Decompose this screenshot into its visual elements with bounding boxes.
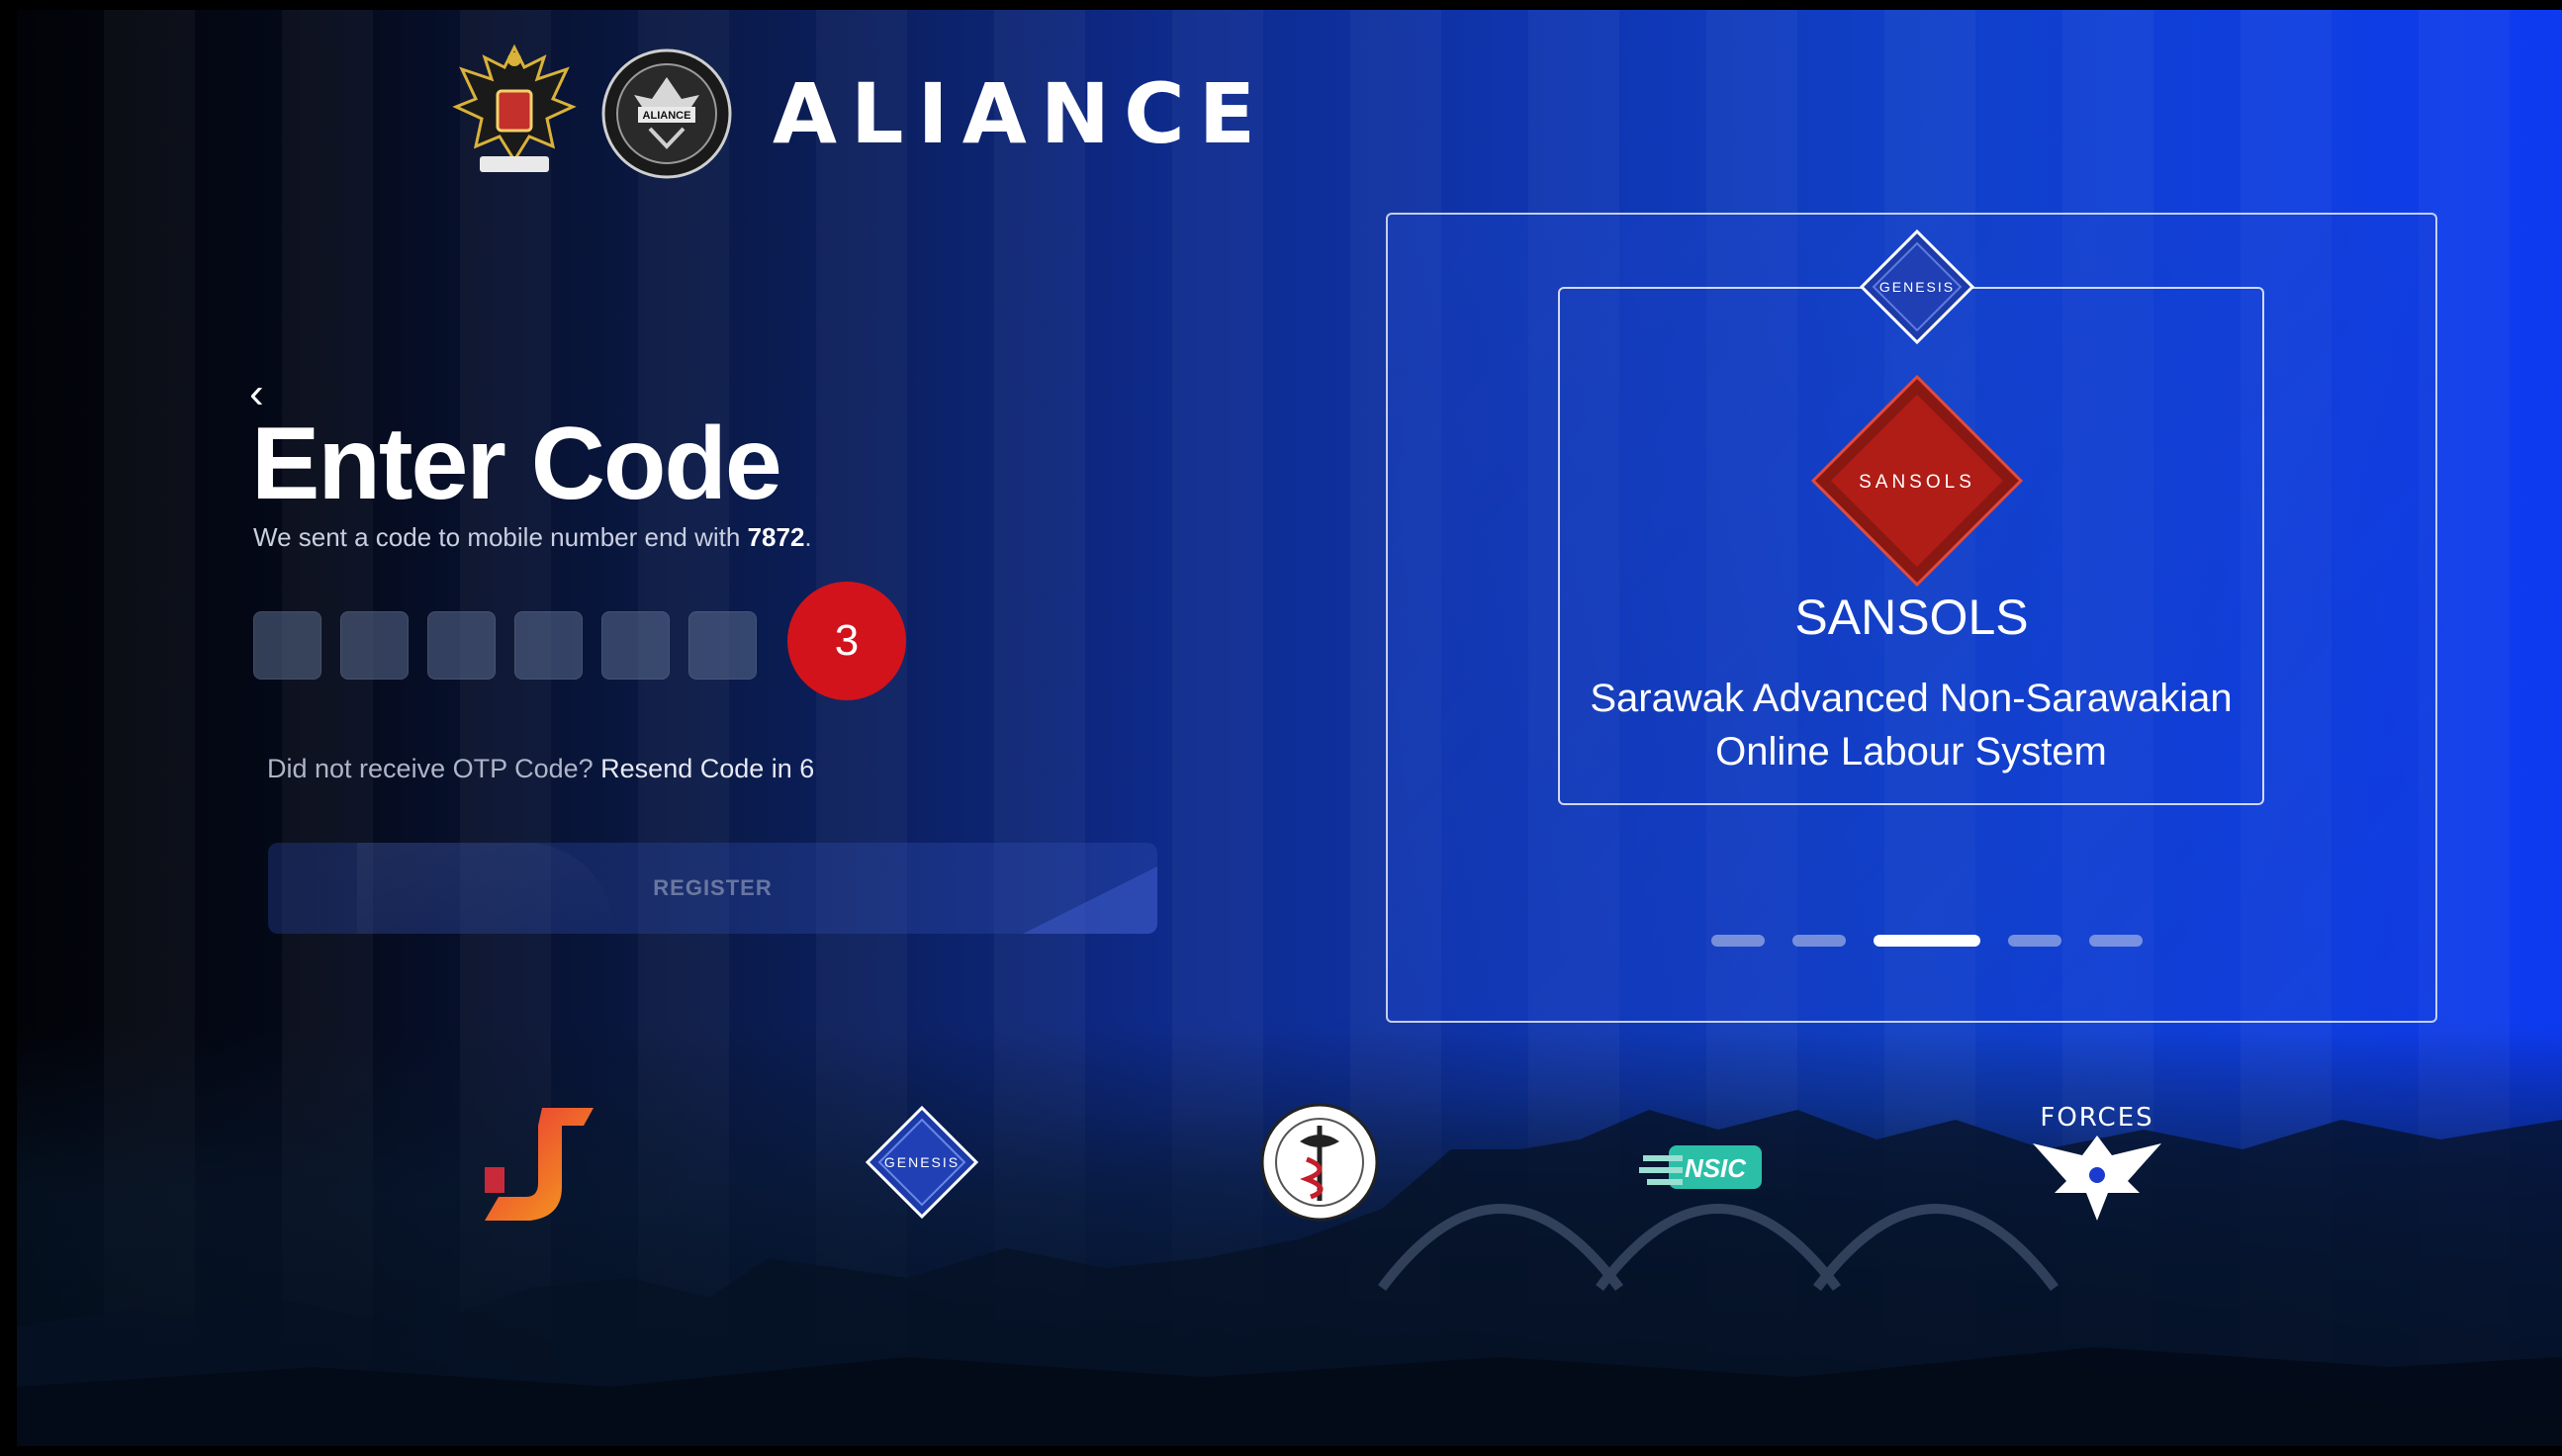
register-label: REGISTER <box>653 875 773 900</box>
subtitle-text: We sent a code to mobile number end with <box>253 522 748 552</box>
product-carousel: GENESIS SANSOLS SANSOLS Sarawak Advanced… <box>1386 213 2437 1023</box>
otp-digit-input[interactable] <box>427 611 496 680</box>
carousel-dot[interactable] <box>2008 935 2061 947</box>
forces-text: FORCES <box>2040 1103 2153 1133</box>
otp-subtitle: We sent a code to mobile number end with… <box>253 522 812 553</box>
crest-logo <box>452 44 577 172</box>
otp-digit-input[interactable] <box>601 611 670 680</box>
otp-digit-input[interactable] <box>514 611 583 680</box>
phone-suffix: 7872 <box>747 522 805 552</box>
health-seal-logo[interactable] <box>1255 1098 1384 1236</box>
nsic-text: NSIC <box>1685 1153 1747 1183</box>
subtitle-period: . <box>804 522 812 552</box>
header-logos: ALIANCE ALIANCE <box>450 40 1269 188</box>
genesis-logo: GENESIS <box>1859 228 1975 345</box>
slide-desc-line: Online Labour System <box>1715 730 2107 774</box>
slide-description: Sarawak Advanced Non-Sarawakian Online L… <box>1558 672 2264 778</box>
carousel-dots <box>1711 935 2143 947</box>
resend-prompt: Did not receive OTP Code? <box>267 754 601 783</box>
button-decoration <box>1019 866 1157 934</box>
page-title: Enter Code <box>251 407 782 521</box>
carousel-dot[interactable] <box>2089 935 2143 947</box>
genesis-logo[interactable]: GENESIS <box>858 1098 986 1236</box>
genesis-text: GENESIS <box>884 1154 960 1170</box>
otp-digit-input[interactable] <box>253 611 321 680</box>
forces-logo[interactable]: FORCES <box>2023 1098 2171 1236</box>
footer-logos: GENESIS NSIC FORCES <box>17 1098 2562 1246</box>
nsic-logo[interactable]: NSIC <box>1639 1098 1768 1236</box>
carousel-dot-active[interactable] <box>1874 935 1980 947</box>
carousel-dot[interactable] <box>1711 935 1765 947</box>
register-button[interactable]: REGISTER <box>268 843 1157 934</box>
otp-digit-input[interactable] <box>688 611 757 680</box>
slide-title: SANSOLS <box>1794 590 2029 645</box>
slide-desc-line: Sarawak Advanced Non-Sarawakian <box>1590 677 2233 720</box>
resend-code-link[interactable]: Resend Code in 6 <box>600 754 814 783</box>
genesis-text: GENESIS <box>1879 279 1955 295</box>
otp-digit-input[interactable] <box>340 611 409 680</box>
aliance-seal-logo: ALIANCE <box>601 48 732 179</box>
seal-text: ALIANCE <box>643 110 691 122</box>
brand-name: ALIANCE <box>773 65 1270 162</box>
sansols-logo: SANSOLS <box>1810 374 2024 588</box>
button-decoration <box>357 843 614 934</box>
otp-code-inputs <box>253 611 757 680</box>
step-badge: 3 <box>787 582 906 700</box>
sansols-diamond-text: SANSOLS <box>1859 472 1975 493</box>
resend-row: Did not receive OTP Code? Resend Code in… <box>267 754 814 784</box>
app-frame: ALIANCE ALIANCE ‹ Enter Code We sent a c… <box>17 10 2562 1446</box>
carousel-dot[interactable] <box>1792 935 1846 947</box>
j-logo[interactable] <box>465 1098 603 1236</box>
